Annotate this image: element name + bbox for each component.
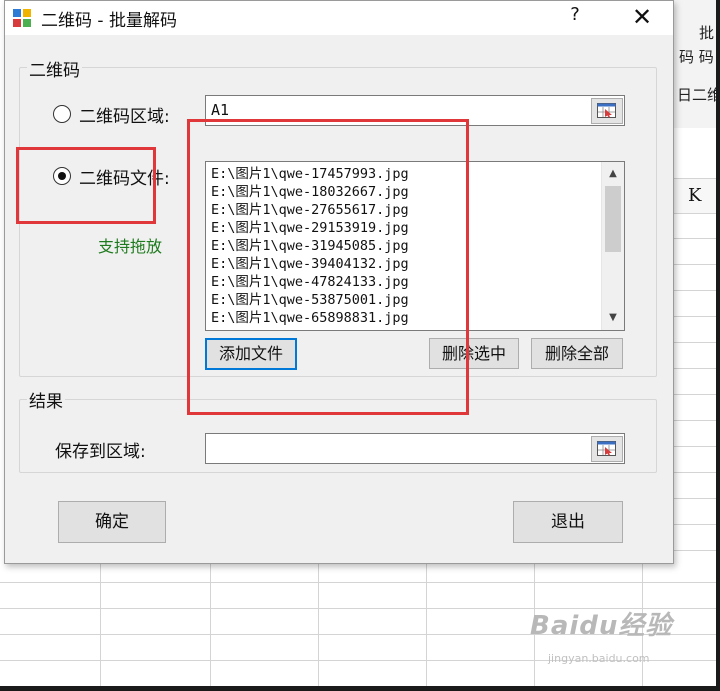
save-to-input[interactable] <box>205 433 625 464</box>
exit-button[interactable]: 退出 <box>513 501 623 543</box>
grid-line <box>672 420 716 421</box>
grid-line <box>672 238 716 239</box>
column-header-k[interactable]: K <box>672 178 720 214</box>
add-file-button[interactable]: 添加文件 <box>205 338 297 370</box>
region-option-label[interactable]: 二维码区域: <box>79 102 170 127</box>
range-picker-icon <box>597 103 616 118</box>
watermark-url: jingyan.baidu.com <box>548 652 650 665</box>
ribbon-fragment: 批 码 码 Z 日二维 <box>672 0 720 128</box>
file-list-item[interactable]: E:\图片1\qwe-65898831.jpg <box>211 309 409 327</box>
delete-selected-button[interactable]: 删除选中 <box>429 338 519 369</box>
qr-group-legend: 二维码 <box>27 56 82 81</box>
file-list-item[interactable]: E:\图片1\qwe-18032667.jpg <box>211 183 409 201</box>
help-button[interactable]: ? <box>563 4 587 30</box>
grid-line <box>672 394 716 395</box>
grid-line <box>672 342 716 343</box>
grid-line <box>672 472 716 473</box>
file-list-scrollbar[interactable]: ▲ ▼ <box>601 162 624 330</box>
range-picker-icon <box>597 441 616 456</box>
grid-line <box>672 498 716 499</box>
title-bar[interactable]: 二维码 - 批量解码 ? ✕ <box>5 1 673 35</box>
save-to-picker-button[interactable] <box>591 436 623 462</box>
chevron-up-icon[interactable]: ▲ <box>602 164 624 184</box>
file-list-item[interactable]: E:\图片1\qwe-17457993.jpg <box>211 165 409 183</box>
ribbon-text-2: 码 码 Z <box>679 48 720 66</box>
image-border <box>0 686 720 691</box>
qr-app-icon <box>13 9 31 27</box>
region-input[interactable]: A1 <box>205 95 625 126</box>
file-list-items: E:\图片1\qwe-17457993.jpg E:\图片1\qwe-180326… <box>211 165 409 327</box>
file-list-item[interactable]: E:\图片1\qwe-47824133.jpg <box>211 273 409 291</box>
file-list-item[interactable]: E:\图片1\qwe-39404132.jpg <box>211 255 409 273</box>
close-button[interactable]: ✕ <box>627 2 657 32</box>
grid-line <box>672 316 716 317</box>
file-list[interactable]: E:\图片1\qwe-17457993.jpg E:\图片1\qwe-180326… <box>205 161 625 331</box>
grid-line <box>426 562 427 686</box>
region-radio[interactable] <box>53 105 71 123</box>
grid-line <box>672 264 716 265</box>
grid-line <box>672 550 716 551</box>
delete-all-button[interactable]: 删除全部 <box>531 338 623 369</box>
grid-line <box>318 562 319 686</box>
region-picker-button[interactable] <box>591 98 623 124</box>
file-list-item[interactable]: E:\图片1\qwe-53875001.jpg <box>211 291 409 309</box>
image-border <box>716 0 720 691</box>
grid-line <box>672 290 716 291</box>
grid-line <box>100 562 101 686</box>
ribbon-text-3: 日二维 <box>677 86 720 104</box>
file-option-label[interactable]: 二维码文件: <box>79 164 170 189</box>
grid-line <box>672 524 716 525</box>
grid-line <box>0 582 716 583</box>
ribbon-text-1: 批 <box>699 24 715 42</box>
watermark: Baidu经验 <box>530 611 673 641</box>
ok-button[interactable]: 确定 <box>58 501 166 543</box>
scrollbar-thumb[interactable] <box>605 186 621 252</box>
chevron-down-icon[interactable]: ▼ <box>602 308 624 328</box>
region-input-value: A1 <box>211 101 230 119</box>
grid-line <box>672 368 716 369</box>
column-header-label: K <box>688 185 702 206</box>
grid-line <box>672 446 716 447</box>
batch-decode-dialog: 二维码 - 批量解码 ? ✕ 二维码 二维码区域: A1 二维码文件: 支持拖放… <box>4 0 674 564</box>
file-radio[interactable] <box>53 167 71 185</box>
file-list-item[interactable]: E:\图片1\qwe-29153919.jpg <box>211 219 409 237</box>
save-to-label: 保存到区域: <box>55 442 146 462</box>
dialog-title: 二维码 - 批量解码 <box>41 11 177 31</box>
grid-line <box>210 562 211 686</box>
drag-drop-hint: 支持拖放 <box>98 237 163 256</box>
file-list-item[interactable]: E:\图片1\qwe-31945085.jpg <box>211 237 409 255</box>
file-list-item[interactable]: E:\图片1\qwe-27655617.jpg <box>211 201 409 219</box>
result-group-legend: 结果 <box>27 387 65 412</box>
